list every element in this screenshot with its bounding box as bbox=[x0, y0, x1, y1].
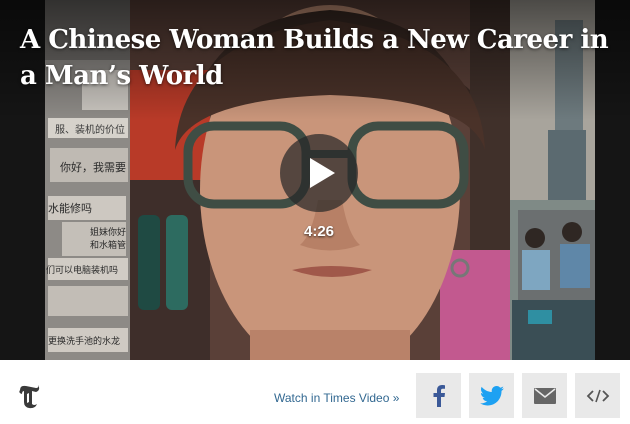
embed-code-button[interactable] bbox=[575, 373, 620, 418]
play-button[interactable] bbox=[280, 134, 358, 212]
bg-text-line: 更换洗手池的水龙 bbox=[48, 335, 120, 347]
video-title[interactable]: A Chinese Woman Builds a New Career in a… bbox=[20, 22, 615, 94]
embed-code-icon bbox=[586, 389, 609, 402]
bg-text-line: 和水箱管 bbox=[90, 239, 126, 251]
video-player[interactable]: 服、装机的价位 你好，我需要 水能修吗 姐妹你好 和水箱管 们可以电脑装机吗 更… bbox=[0, 0, 630, 360]
watch-in-times-video-link[interactable]: Watch in Times Video » bbox=[274, 391, 399, 405]
bg-text-line: 姐妹你好 bbox=[90, 226, 126, 238]
video-duration: 4:26 bbox=[303, 223, 335, 240]
twitter-share-button[interactable] bbox=[469, 373, 514, 418]
twitter-icon bbox=[479, 385, 504, 405]
email-share-button[interactable] bbox=[522, 373, 567, 418]
bg-text-line: 们可以电脑装机吗 bbox=[46, 264, 118, 276]
video-embed: 服、装机的价位 你好，我需要 水能修吗 姐妹你好 和水箱管 们可以电脑装机吗 更… bbox=[0, 0, 630, 424]
email-icon bbox=[533, 387, 556, 404]
bg-text-line: 水能修吗 bbox=[48, 201, 92, 215]
bg-text-line: 你好，我需要 bbox=[60, 160, 126, 174]
bg-text-line: 服、装机的价位 bbox=[55, 123, 125, 136]
facebook-share-button[interactable] bbox=[416, 373, 461, 418]
facebook-icon bbox=[433, 384, 445, 407]
play-icon bbox=[310, 158, 335, 188]
nyt-t-logo-icon[interactable] bbox=[14, 382, 42, 410]
video-toolbar: Watch in Times Video » bbox=[0, 360, 630, 424]
